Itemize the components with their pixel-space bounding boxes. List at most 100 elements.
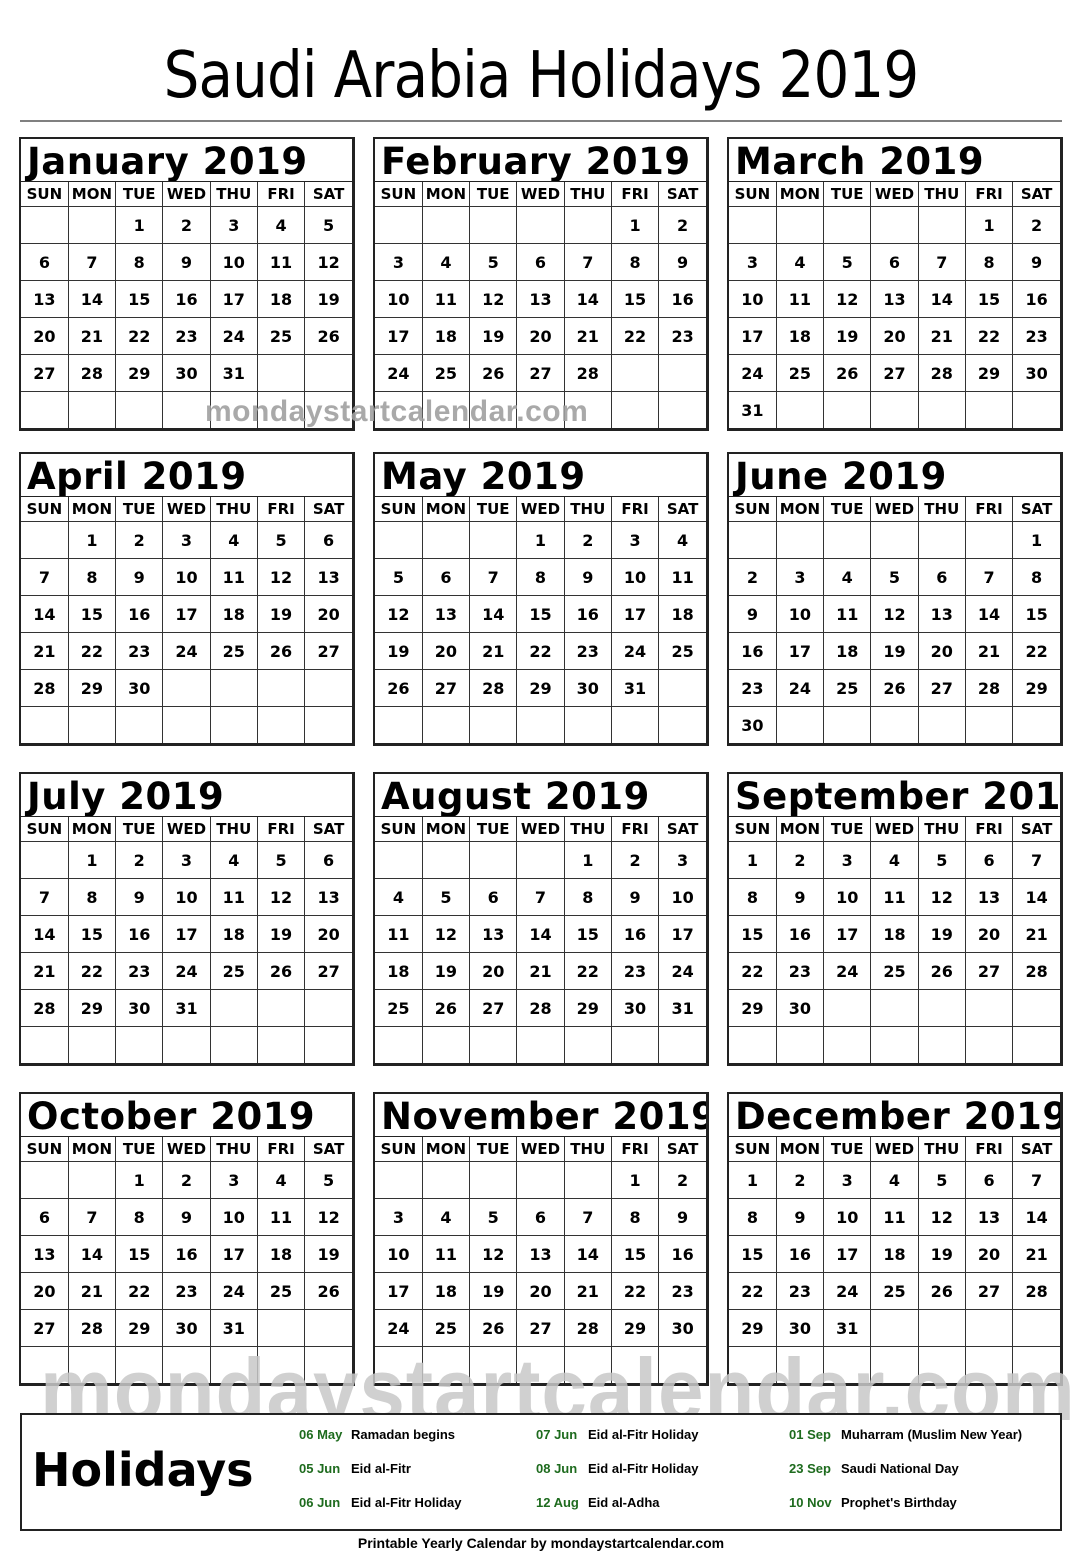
day-cell: 29 <box>564 989 612 1027</box>
day-cell: 3 <box>823 1161 872 1199</box>
day-cell: 14 <box>1012 1198 1060 1236</box>
day-cell: 1 <box>68 841 117 879</box>
day-cell: 29 <box>1012 669 1060 707</box>
day-cell: 24 <box>210 1272 258 1310</box>
day-cell: 7 <box>68 1198 117 1236</box>
weekday-header: MON <box>776 497 825 522</box>
day-cell <box>422 521 471 559</box>
weekday-header: FRI <box>965 182 1014 207</box>
day-cell: 31 <box>210 354 258 392</box>
day-cell: 20 <box>469 952 518 990</box>
day-cell <box>1013 1027 1060 1064</box>
day-cell <box>870 521 919 559</box>
day-cell: 8 <box>564 878 612 916</box>
month-title: August 2019 <box>375 774 706 817</box>
day-cell: 28 <box>68 354 117 392</box>
day-cell <box>659 392 706 429</box>
day-cell: 24 <box>776 669 825 707</box>
day-cell: 27 <box>870 354 919 392</box>
day-cell: 29 <box>115 354 164 392</box>
day-cell: 18 <box>257 280 306 318</box>
weekday-header: SUN <box>21 497 69 522</box>
day-cell: 7 <box>1012 1161 1060 1199</box>
day-cell: 7 <box>564 1198 612 1236</box>
day-cell: 28 <box>21 989 69 1027</box>
day-cell: 26 <box>469 354 518 392</box>
day-cell: 29 <box>965 354 1014 392</box>
day-cell: 29 <box>516 669 565 707</box>
weekday-header: WED <box>870 497 919 522</box>
day-cell <box>257 989 306 1027</box>
holidays-heading: Holidays <box>32 1443 254 1497</box>
day-cell <box>469 206 518 244</box>
weekday-header: SAT <box>304 1137 352 1162</box>
day-cell: 28 <box>564 354 612 392</box>
weekday-header: SAT <box>658 1137 706 1162</box>
day-cell: 12 <box>422 915 471 953</box>
day-cell: 18 <box>658 595 706 633</box>
weekday-header: TUE <box>823 817 872 842</box>
holiday-date: 05 Jun <box>299 1461 341 1476</box>
day-cell: 28 <box>965 669 1014 707</box>
holiday-name: Eid al-Fitr Holiday <box>351 1495 462 1510</box>
day-cell: 1 <box>115 206 164 244</box>
weekday-header: THU <box>564 182 612 207</box>
day-cell: 30 <box>115 989 164 1027</box>
day-cell: 17 <box>823 1235 872 1273</box>
day-cell <box>305 1027 352 1064</box>
weekday-header: THU <box>210 182 258 207</box>
day-cell: 4 <box>823 558 872 596</box>
day-cell: 8 <box>68 878 117 916</box>
day-cell: 26 <box>823 354 872 392</box>
day-cell <box>422 1026 471 1063</box>
day-cell <box>1013 707 1060 744</box>
day-cell: 12 <box>870 595 919 633</box>
day-cell: 3 <box>823 841 872 879</box>
weekday-header: SAT <box>304 497 352 522</box>
day-cell <box>823 391 872 428</box>
month-calendar: June 2019 SUN MON TUE WED THU FRI SAT 1 2 3 4 5 6 7 8 9 1… <box>727 452 1063 746</box>
weekday-header: THU <box>564 1137 612 1162</box>
day-cell: 13 <box>965 878 1014 916</box>
day-cell: 23 <box>776 1272 825 1310</box>
weekday-header: SUN <box>729 497 777 522</box>
holiday-date: 08 Jun <box>536 1461 578 1476</box>
day-cell: 5 <box>257 521 306 559</box>
day-cell: 12 <box>304 1198 352 1236</box>
day-cell: 24 <box>162 952 211 990</box>
day-cell: 3 <box>162 521 211 559</box>
day-cell: 23 <box>162 317 211 355</box>
day-cell: 10 <box>210 243 258 281</box>
day-cell <box>375 521 423 559</box>
weekday-header: SAT <box>1012 182 1060 207</box>
weekday-header: WED <box>516 497 565 522</box>
day-cell: 8 <box>611 243 660 281</box>
day-cell: 11 <box>422 280 471 318</box>
weekday-header: THU <box>918 817 966 842</box>
weekday-header: MON <box>422 182 471 207</box>
day-cell: 15 <box>965 280 1014 318</box>
day-cell: 4 <box>210 841 258 879</box>
day-cell: 29 <box>68 989 117 1027</box>
day-cell: 13 <box>918 595 966 633</box>
day-cell <box>611 706 660 743</box>
day-cell: 14 <box>469 595 518 633</box>
day-cell <box>68 1161 117 1199</box>
day-cell: 19 <box>375 632 423 670</box>
day-cell: 11 <box>870 878 919 916</box>
day-cell: 8 <box>68 558 117 596</box>
holiday-date: 01 Sep <box>789 1427 831 1442</box>
month-title: April 2019 <box>21 454 352 497</box>
day-cell <box>965 706 1014 743</box>
day-cell: 4 <box>658 521 706 559</box>
day-cell: 23 <box>115 952 164 990</box>
weekday-header: TUE <box>823 497 872 522</box>
day-cell <box>115 1026 164 1063</box>
day-cell: 21 <box>516 952 565 990</box>
day-cell <box>776 521 825 559</box>
day-cell: 13 <box>516 280 565 318</box>
day-cell: 14 <box>21 915 69 953</box>
day-cell: 9 <box>658 243 706 281</box>
day-cell: 8 <box>729 878 777 916</box>
day-cell: 18 <box>210 915 258 953</box>
